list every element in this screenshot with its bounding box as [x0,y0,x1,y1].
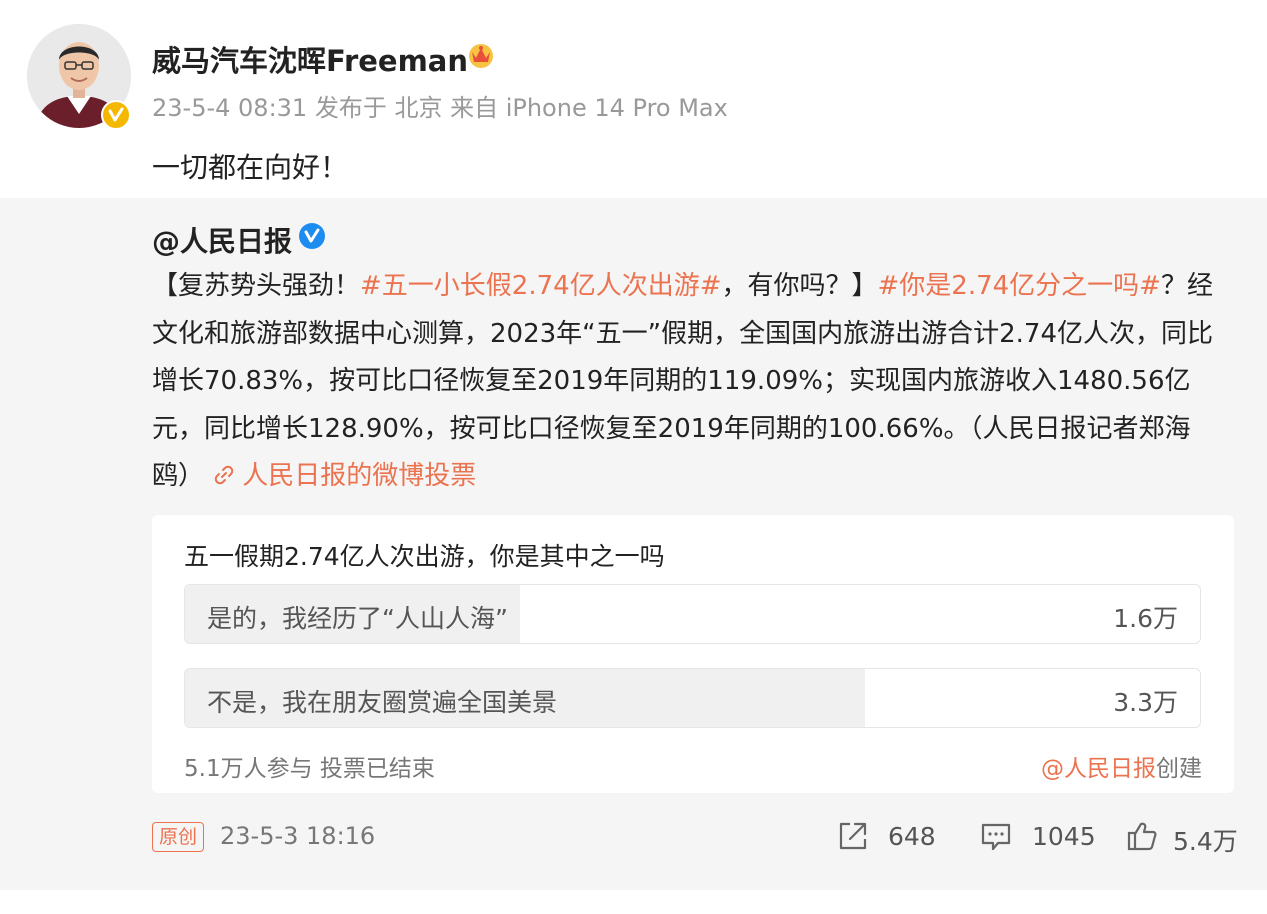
original-author[interactable]: @人民日报 [152,220,292,260]
poll-creator-suffix: 创建 [1156,756,1202,782]
poll-summary: 5.1万人参与 投票已结束 [184,756,435,782]
poll-card: 五一假期2.74亿人次出游，你是其中之一吗 是的，我经历了“人山人海” 1.6万… [152,515,1234,793]
poll-creator-link[interactable]: @人民日报 [1041,756,1156,782]
poll-title: 五一假期2.74亿人次出游，你是其中之一吗 [184,542,665,571]
poll-option-label: 是的，我经历了“人山人海” [207,604,508,633]
verified-icon [101,100,131,130]
author-name[interactable]: 威马汽车沈晖Freeman [152,38,468,80]
original-time[interactable]: 23-5-3 18:16 [220,822,375,850]
text-segment: ，有你吗？】 [721,271,878,301]
original-badge: 原创 [152,822,205,852]
share-icon[interactable] [836,819,870,853]
post-text: 一切都在向好！ [152,151,349,184]
poll-option-1[interactable]: 是的，我经历了“人山人海” 1.6万 [184,584,1201,644]
like-count[interactable]: 5.4万 [1173,822,1238,858]
crown-icon [469,44,493,68]
poll-link[interactable]: 人民日报的微博投票 [212,461,476,491]
hashtag-link[interactable]: #五一小长假2.74亿人次出游# [360,271,721,301]
verified-icon [299,223,325,249]
poll-creator: @人民日报创建 [1041,749,1202,783]
hashtag-link[interactable]: #你是2.74亿分之一吗# [878,271,1161,301]
link-icon [215,465,234,485]
original-text: 【复苏势头强劲！#五一小长假2.74亿人次出游#，有你吗？】#你是2.74亿分之… [152,263,1232,501]
poll-link-label[interactable]: 人民日报的微博投票 [242,461,476,491]
share-count[interactable]: 648 [888,822,936,851]
text-segment: 【复苏势头强劲！ [152,271,361,301]
post-meta: 23-5-4 08:31 发布于 北京 来自 iPhone 14 Pro Max [152,94,728,122]
like-icon[interactable] [1125,819,1159,853]
text-segment: ？经文化和旅游部数据中心测算，2023年“五一”假期，全国国内旅游出游合计2.7… [152,271,1213,491]
poll-option-count: 3.3万 [1113,688,1178,717]
poll-option-label: 不是，我在朋友圈赏遍全国美景 [207,688,558,717]
comment-icon[interactable] [979,819,1013,853]
poll-option-count: 1.6万 [1113,604,1178,633]
poll-option-2[interactable]: 不是，我在朋友圈赏遍全国美景 3.3万 [184,668,1201,728]
comment-count[interactable]: 1045 [1032,822,1096,851]
